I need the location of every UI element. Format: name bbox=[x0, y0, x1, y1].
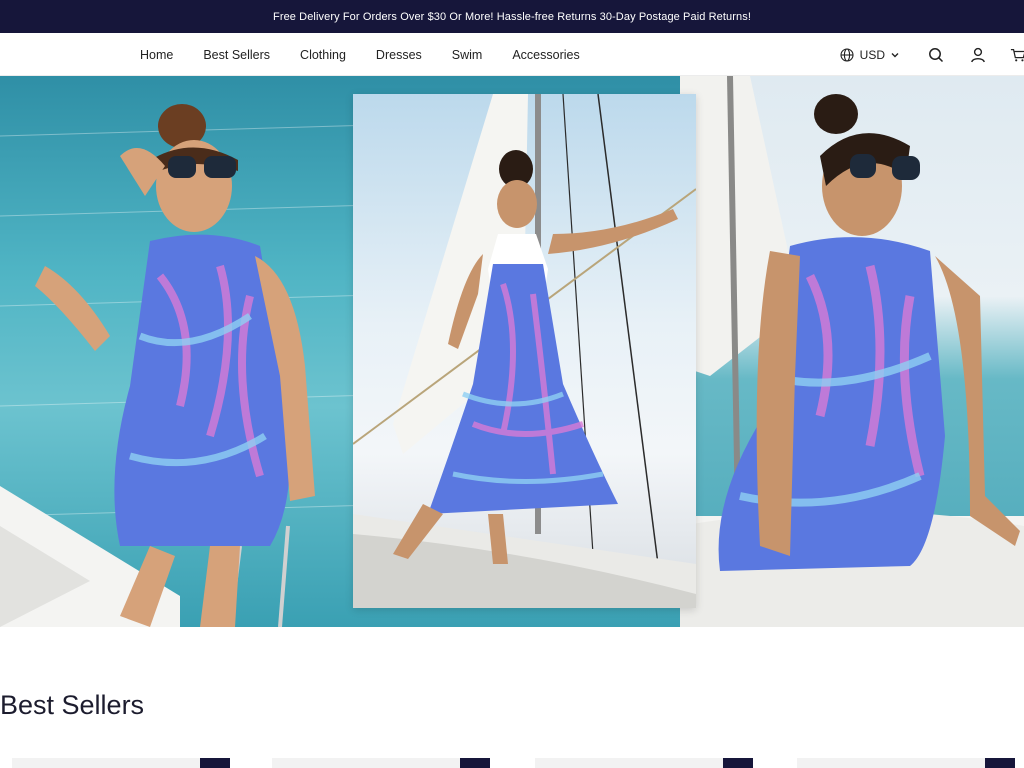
main-nav: Home Best Sellers Clothing Dresses Swim … bbox=[140, 33, 610, 76]
nav-item-home[interactable]: Home bbox=[140, 48, 173, 62]
product-badge bbox=[460, 758, 490, 768]
header-tools: USD bbox=[840, 33, 1024, 76]
product-card[interactable] bbox=[12, 758, 230, 768]
globe-icon bbox=[840, 47, 854, 62]
cart-icon[interactable] bbox=[1010, 45, 1024, 65]
product-card[interactable] bbox=[797, 758, 1015, 768]
nav-item-accessories[interactable]: Accessories bbox=[512, 48, 579, 62]
best-sellers-title: Best Sellers bbox=[0, 690, 145, 720]
nav-item-swim[interactable]: Swim bbox=[452, 48, 483, 62]
best-sellers-products bbox=[0, 758, 1024, 768]
hero-panel-middle bbox=[353, 94, 696, 608]
nav-item-dresses[interactable]: Dresses bbox=[376, 48, 422, 62]
currency-selector[interactable]: USD bbox=[840, 48, 900, 62]
product-card[interactable] bbox=[272, 758, 490, 768]
product-card[interactable] bbox=[535, 758, 753, 768]
hero-banner[interactable] bbox=[0, 76, 1024, 627]
search-icon[interactable] bbox=[926, 45, 946, 65]
currency-label: USD bbox=[859, 47, 885, 62]
product-badge bbox=[200, 758, 230, 768]
chevron-down-icon bbox=[891, 52, 899, 57]
hero-panel-right bbox=[680, 76, 1024, 627]
user-icon[interactable] bbox=[968, 45, 988, 65]
announcement-bar: Free Delivery For Orders Over $30 Or Mor… bbox=[0, 0, 1024, 33]
announcement-text: Free Delivery For Orders Over $30 Or Mor… bbox=[273, 10, 751, 23]
site-header: Home Best Sellers Clothing Dresses Swim … bbox=[0, 33, 1024, 76]
nav-item-clothing[interactable]: Clothing bbox=[300, 48, 346, 62]
nav-item-best-sellers[interactable]: Best Sellers bbox=[203, 48, 270, 62]
product-badge bbox=[985, 758, 1015, 768]
hero-middle-image bbox=[353, 94, 696, 608]
product-badge bbox=[723, 758, 753, 768]
hero-right-image bbox=[680, 76, 1024, 627]
